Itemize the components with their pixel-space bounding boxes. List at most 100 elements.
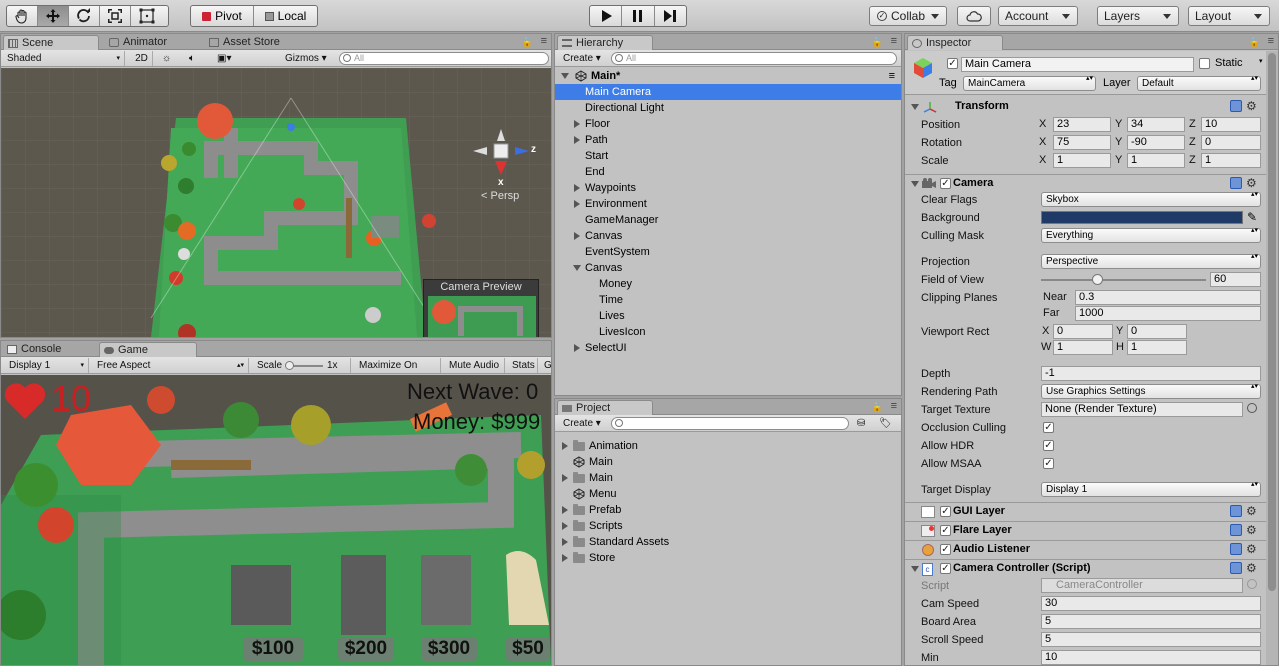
project-item[interactable]: Standard Assets bbox=[555, 534, 901, 550]
viewport-x-input[interactable]: 0 bbox=[1053, 324, 1113, 339]
hierarchy-item[interactable]: Money bbox=[555, 276, 901, 292]
lock-icon[interactable]: 🔒 bbox=[1249, 37, 1260, 48]
hand-tool-icon[interactable] bbox=[7, 6, 38, 26]
game-viewport[interactable]: 10 Next Wave: 0 Money: $999 $100 $200 $3… bbox=[1, 375, 551, 665]
expand-arrow-icon[interactable] bbox=[562, 506, 568, 514]
scene-search-input[interactable]: All bbox=[339, 52, 549, 65]
2d-toggle[interactable]: 2D bbox=[131, 51, 153, 66]
help-icon[interactable] bbox=[1230, 177, 1242, 189]
viewport-h-input[interactable]: 1 bbox=[1127, 340, 1187, 355]
orientation-gizmo[interactable]: z x < Persp bbox=[467, 123, 547, 203]
hierarchy-item[interactable]: Path bbox=[555, 132, 901, 148]
gear-icon[interactable]: ⚙ bbox=[1246, 524, 1257, 536]
hierarchy-create-dropdown[interactable]: Create ▾ bbox=[559, 51, 605, 66]
project-item[interactable]: Prefab bbox=[555, 502, 901, 518]
hierarchy-item[interactable]: GameManager bbox=[555, 212, 901, 228]
object-picker-icon[interactable] bbox=[1247, 403, 1257, 413]
mute-audio-toggle[interactable]: Mute Audio bbox=[445, 358, 505, 373]
rendering-path-dropdown[interactable]: Use Graphics Settings bbox=[1041, 383, 1261, 399]
project-item[interactable]: Animation bbox=[555, 438, 901, 454]
expand-arrow-icon[interactable] bbox=[574, 136, 580, 144]
culling-mask-dropdown[interactable]: Everything bbox=[1041, 227, 1261, 243]
pause-button[interactable] bbox=[622, 6, 655, 26]
tab-asset-store[interactable]: Asset Store bbox=[205, 35, 288, 50]
expand-arrow-icon[interactable] bbox=[574, 200, 580, 208]
hierarchy-item[interactable]: SelectUI bbox=[555, 340, 901, 356]
rotation-y-input[interactable]: -90 bbox=[1127, 135, 1185, 150]
background-color-swatch[interactable] bbox=[1041, 211, 1243, 224]
expand-arrow-icon[interactable] bbox=[574, 232, 580, 240]
aspect-dropdown[interactable]: Free Aspect ▴▾ bbox=[93, 358, 249, 373]
project-item[interactable]: Main bbox=[555, 454, 901, 470]
project-item[interactable]: Main bbox=[555, 470, 901, 486]
clear-flags-dropdown[interactable]: Skybox bbox=[1041, 191, 1261, 207]
move-tool-icon[interactable] bbox=[38, 6, 69, 26]
scene-menu-icon[interactable]: ≡ bbox=[889, 68, 895, 84]
inspector-scrollbar[interactable] bbox=[1266, 51, 1278, 665]
hierarchy-item[interactable]: Main Camera bbox=[555, 84, 901, 100]
pivot-button[interactable]: Pivot bbox=[191, 6, 255, 26]
project-create-dropdown[interactable]: Create ▾ bbox=[559, 416, 605, 431]
gear-icon[interactable]: ⚙ bbox=[1246, 177, 1257, 189]
board-area-input[interactable]: 5 bbox=[1041, 614, 1261, 629]
hierarchy-item[interactable]: Directional Light bbox=[555, 100, 901, 116]
scale-z-input[interactable]: 1 bbox=[1201, 153, 1261, 168]
project-item[interactable]: Scripts bbox=[555, 518, 901, 534]
hierarchy-item[interactable]: End bbox=[555, 164, 901, 180]
hierarchy-item[interactable]: Waypoints bbox=[555, 180, 901, 196]
scale-z-axis-label[interactable]: Z bbox=[1189, 153, 1196, 168]
lock-icon[interactable]: 🔒 bbox=[522, 37, 533, 48]
cannon-price-button[interactable]: $300 bbox=[421, 637, 477, 661]
expand-arrow-icon[interactable] bbox=[574, 184, 580, 192]
gizmos-dropdown[interactable]: Gizmos ▾ bbox=[281, 51, 333, 66]
rotation-x-axis-label[interactable]: X bbox=[1039, 135, 1046, 150]
help-icon[interactable] bbox=[1230, 543, 1242, 555]
scale-slider-thumb[interactable] bbox=[285, 361, 294, 370]
expand-arrow-icon[interactable] bbox=[562, 442, 568, 450]
tab-console[interactable]: Console bbox=[3, 342, 69, 357]
cam-speed-input[interactable]: 30 bbox=[1041, 596, 1261, 611]
filter-label-icon[interactable]: 🏷︎ bbox=[875, 416, 893, 431]
help-icon[interactable] bbox=[1230, 505, 1242, 517]
camera-controller-header[interactable]: c ✓ Camera Controller (Script) ⚙ bbox=[905, 559, 1266, 578]
help-icon[interactable] bbox=[1230, 524, 1242, 536]
gizmos-toggle-truncated[interactable]: G bbox=[540, 358, 552, 373]
hierarchy-item[interactable]: Environment bbox=[555, 196, 901, 212]
gui-layer-header[interactable]: ✓ GUI Layer ⚙ bbox=[905, 502, 1266, 521]
local-button[interactable]: Local bbox=[254, 6, 317, 26]
gear-icon[interactable]: ⚙ bbox=[1246, 543, 1257, 555]
audio-listener-checkbox[interactable]: ✓ bbox=[940, 544, 951, 555]
collapse-arrow-icon[interactable] bbox=[573, 265, 581, 271]
hand-price-button[interactable]: $50 bbox=[506, 637, 550, 661]
viewport-w-input[interactable]: 1 bbox=[1053, 340, 1113, 355]
scroll-speed-input[interactable]: 5 bbox=[1041, 632, 1261, 647]
position-z-input[interactable]: 10 bbox=[1201, 117, 1261, 132]
position-z-axis-label[interactable]: Z bbox=[1189, 117, 1196, 132]
camera-header[interactable]: ✓ Camera ⚙ bbox=[905, 174, 1266, 193]
flare-layer-header[interactable]: ✓ Flare Layer ⚙ bbox=[905, 521, 1266, 540]
fov-slider-track[interactable] bbox=[1041, 279, 1206, 281]
fov-slider-thumb[interactable] bbox=[1092, 274, 1103, 285]
tab-hierarchy[interactable]: Hierarchy bbox=[557, 35, 653, 50]
static-dropdown-icon[interactable]: ▾ bbox=[1259, 57, 1263, 65]
min-input[interactable]: 10 bbox=[1041, 650, 1261, 665]
scene-root-row[interactable]: Main* ≡ bbox=[555, 68, 901, 84]
gear-icon[interactable]: ⚙ bbox=[1246, 100, 1257, 112]
occlusion-culling-checkbox[interactable]: ✓ bbox=[1043, 422, 1054, 433]
flare-layer-checkbox[interactable]: ✓ bbox=[940, 525, 951, 536]
depth-input[interactable]: -1 bbox=[1041, 366, 1261, 381]
collab-dropdown[interactable]: ✓ Collab bbox=[869, 6, 947, 26]
layers-dropdown[interactable]: Layers bbox=[1097, 6, 1179, 26]
static-checkbox[interactable] bbox=[1199, 58, 1210, 69]
projection-dropdown[interactable]: Perspective bbox=[1041, 253, 1261, 269]
cloud-button[interactable] bbox=[957, 6, 991, 26]
expand-arrow-icon[interactable] bbox=[562, 538, 568, 546]
shading-dropdown[interactable]: Shaded ▾ bbox=[3, 51, 125, 66]
layout-dropdown[interactable]: Layout bbox=[1188, 6, 1270, 26]
scene-viewport[interactable]: z x < Persp Camera Preview bbox=[1, 68, 551, 337]
gui-layer-checkbox[interactable]: ✓ bbox=[940, 506, 951, 517]
hierarchy-item[interactable]: Canvas bbox=[555, 260, 901, 276]
object-name-input[interactable]: Main Camera bbox=[961, 57, 1194, 72]
position-x-axis-label[interactable]: X bbox=[1039, 117, 1046, 132]
active-checkbox[interactable]: ✓ bbox=[947, 58, 958, 69]
